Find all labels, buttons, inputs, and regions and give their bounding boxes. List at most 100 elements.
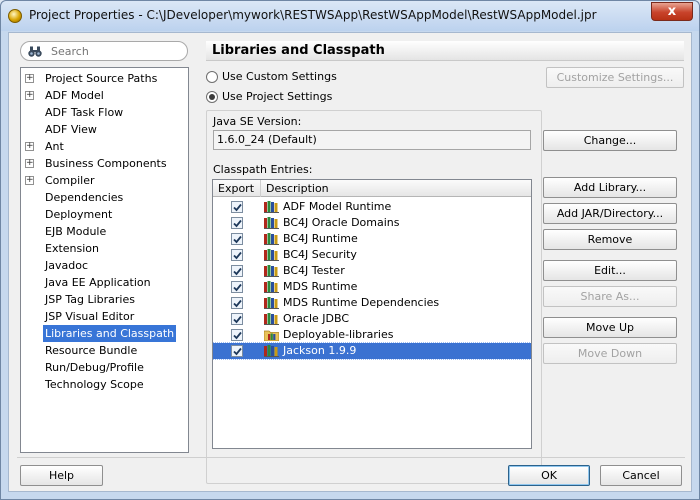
classpath-entries-table[interactable]: Export Description ADF Model Runtime BC4J… [212, 179, 532, 449]
table-row[interactable]: ADF Model Runtime [213, 199, 531, 215]
tree-item-label: Extension [45, 242, 100, 255]
change-button[interactable]: Change... [543, 130, 677, 151]
tree-item[interactable]: JSP Visual Editor [21, 308, 188, 325]
library-name: Deployable-libraries [283, 328, 394, 341]
move-down-button[interactable]: Move Down [543, 343, 677, 364]
search-input[interactable] [51, 44, 181, 59]
tree-item-label: Project Source Paths [45, 72, 158, 85]
tree-item[interactable]: Deployment [21, 206, 188, 223]
export-checkbox[interactable] [231, 249, 243, 261]
search-box[interactable] [20, 41, 188, 61]
classpath-entries-label: Classpath Entries: [213, 163, 313, 176]
tree-item-label: Dependencies [45, 191, 124, 204]
ok-button[interactable]: OK [508, 465, 590, 486]
share-as-button[interactable]: Share As... [543, 286, 677, 307]
library-name: ADF Model Runtime [283, 200, 392, 213]
tree-item-label: Javadoc [45, 259, 88, 272]
cancel-button[interactable]: Cancel [600, 465, 682, 486]
edit-button[interactable]: Edit... [543, 260, 677, 281]
export-checkbox[interactable] [231, 217, 243, 229]
title-bar[interactable]: Project Properties - C:\JDeveloper\mywor… [1, 1, 699, 31]
tree-item[interactable]: + Project Source Paths [21, 70, 188, 87]
table-row[interactable]: MDS Runtime Dependencies [213, 295, 531, 311]
add-jar-directory-button[interactable]: Add JAR/Directory... [543, 203, 677, 224]
export-checkbox[interactable] [231, 281, 243, 293]
library-name: Oracle JDBC [283, 312, 350, 325]
tree-item[interactable]: + Ant [21, 138, 188, 155]
tree-item[interactable]: Java EE Application [21, 274, 188, 291]
java-se-version-label: Java SE Version: [213, 115, 302, 128]
export-checkbox[interactable] [231, 297, 243, 309]
library-icon [264, 345, 279, 357]
table-row[interactable]: Deployable-libraries [213, 327, 531, 343]
library-name: Jackson 1.9.9 [283, 344, 357, 357]
library-icon [264, 297, 279, 309]
tree-item[interactable]: JSP Tag Libraries [21, 291, 188, 308]
use-custom-settings-label: Use Custom Settings [222, 70, 337, 83]
column-header-export[interactable]: Export [213, 180, 261, 197]
radio-indicator[interactable] [206, 91, 218, 103]
table-row[interactable]: Oracle JDBC [213, 311, 531, 327]
expand-icon[interactable]: + [25, 142, 34, 151]
tree-item[interactable]: + ADF Model [21, 87, 188, 104]
export-checkbox[interactable] [231, 329, 243, 341]
tree-item-label: Java EE Application [45, 276, 151, 289]
library-icon [264, 233, 279, 245]
tree-item[interactable]: + Business Components [21, 155, 188, 172]
export-checkbox[interactable] [231, 233, 243, 245]
tree-item[interactable]: EJB Module [21, 223, 188, 240]
panel-title: Libraries and Classpath [206, 41, 684, 61]
tree-item[interactable]: Javadoc [21, 257, 188, 274]
library-name: BC4J Oracle Domains [283, 216, 400, 229]
export-checkbox[interactable] [231, 345, 243, 357]
tree-item-label: JSP Tag Libraries [45, 293, 135, 306]
tree-item-label: Ant [45, 140, 64, 153]
customize-settings-button[interactable]: Customize Settings... [546, 67, 684, 88]
expand-icon[interactable]: + [25, 74, 34, 83]
tree-item[interactable]: Run/Debug/Profile [21, 359, 188, 376]
library-name: BC4J Tester [283, 264, 345, 277]
table-row[interactable]: BC4J Runtime [213, 231, 531, 247]
tree-item-label: EJB Module [45, 225, 107, 238]
column-header-description[interactable]: Description [261, 180, 531, 197]
table-row[interactable]: BC4J Security [213, 247, 531, 263]
dialog-body: + Project Source Paths + ADF Model ADF Task … [8, 32, 692, 492]
tree-item-label: Deployment [45, 208, 113, 221]
binoculars-search-icon [28, 46, 42, 57]
tree-item-label: Compiler [45, 174, 95, 187]
use-project-settings-label: Use Project Settings [222, 90, 333, 103]
tree-item[interactable]: Libraries and Classpath [21, 325, 188, 342]
tree-item-label: Resource Bundle [45, 344, 138, 357]
radio-indicator[interactable] [206, 71, 218, 83]
tree-item-label: ADF Task Flow [45, 106, 124, 119]
tree-item[interactable]: + Compiler [21, 172, 188, 189]
library-name: MDS Runtime Dependencies [283, 296, 440, 309]
tree-item[interactable]: Dependencies [21, 189, 188, 206]
close-button[interactable]: x [651, 2, 693, 21]
expand-icon[interactable]: + [25, 91, 34, 100]
tree-item[interactable]: Technology Scope [21, 376, 188, 393]
library-name: MDS Runtime [283, 280, 358, 293]
expand-icon[interactable]: + [25, 159, 34, 168]
export-checkbox[interactable] [231, 265, 243, 277]
table-header: Export Description [213, 180, 531, 197]
tree-item[interactable]: Resource Bundle [21, 342, 188, 359]
table-row[interactable]: MDS Runtime [213, 279, 531, 295]
table-row[interactable]: BC4J Tester [213, 263, 531, 279]
export-checkbox[interactable] [231, 313, 243, 325]
tree-item-label: Run/Debug/Profile [45, 361, 144, 374]
library-icon [264, 265, 279, 277]
tree-item[interactable]: ADF View [21, 121, 188, 138]
category-tree[interactable]: + Project Source Paths + ADF Model ADF Task … [20, 67, 189, 453]
tree-item[interactable]: ADF Task Flow [21, 104, 188, 121]
export-checkbox[interactable] [231, 201, 243, 213]
table-row[interactable]: BC4J Oracle Domains [213, 215, 531, 231]
java-se-version-field: 1.6.0_24 (Default) [213, 130, 531, 150]
remove-button[interactable]: Remove [543, 229, 677, 250]
add-library-button[interactable]: Add Library... [543, 177, 677, 198]
tree-item[interactable]: Extension [21, 240, 188, 257]
help-button[interactable]: Help [20, 465, 103, 486]
move-up-button[interactable]: Move Up [543, 317, 677, 338]
table-row[interactable]: Jackson 1.9.9 [213, 342, 531, 360]
expand-icon[interactable]: + [25, 176, 34, 185]
